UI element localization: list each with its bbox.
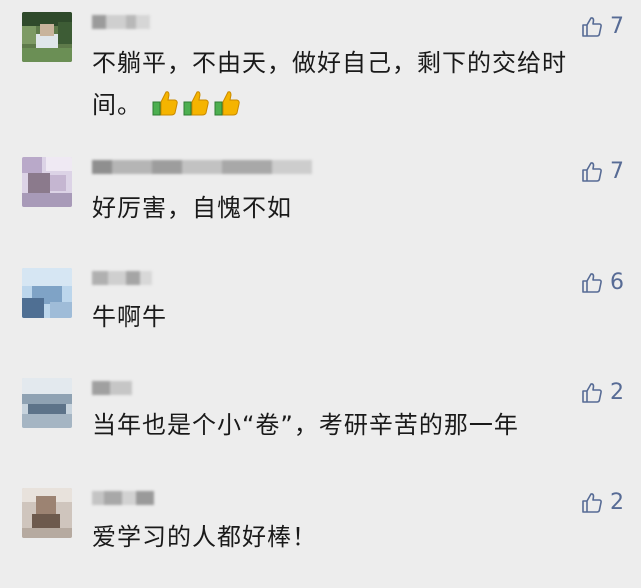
like-button[interactable]: 7 xyxy=(580,157,624,187)
thumbs-up-outline-icon xyxy=(582,17,602,37)
comment-text: 不躺平，不由天，做好自己，剩下的交给时间。 xyxy=(92,49,567,119)
like-count: 2 xyxy=(610,380,624,405)
thumbs-up-emoji-icon xyxy=(214,91,240,116)
comment-text: 好厉害，自愧不如 xyxy=(92,194,292,222)
comment-text: 当年也是个小“卷”，考研辛苦的那一年 xyxy=(92,411,519,439)
author-name-blurred xyxy=(92,380,132,396)
avatar[interactable] xyxy=(22,268,72,318)
thumbs-up-emoji-icon xyxy=(152,91,178,116)
like-button[interactable]: 6 xyxy=(580,268,624,298)
thumbs-up-outline-icon xyxy=(582,383,602,403)
author-name-blurred xyxy=(92,490,154,506)
avatar-image xyxy=(22,12,72,62)
author-name-blurred xyxy=(92,159,312,175)
thumbs-up-emoji-icon xyxy=(183,91,209,116)
avatar[interactable] xyxy=(22,378,72,428)
thumbs-up-outline-icon xyxy=(582,273,602,293)
author-name-blurred xyxy=(92,270,152,286)
author-name-blurred xyxy=(92,14,150,30)
like-button[interactable]: 2 xyxy=(580,378,624,408)
like-count: 7 xyxy=(610,159,624,184)
like-count: 7 xyxy=(610,14,624,39)
avatar-image xyxy=(22,157,72,207)
avatar-image xyxy=(22,378,72,428)
like-count: 6 xyxy=(610,270,624,295)
like-button[interactable]: 2 xyxy=(580,488,624,518)
avatar[interactable] xyxy=(22,488,72,538)
avatar-image xyxy=(22,488,72,538)
comment-text: 牛啊牛 xyxy=(92,303,167,331)
comment-text: 爱学习的人都好棒！ xyxy=(92,523,317,551)
avatar[interactable] xyxy=(22,12,72,62)
thumbs-up-outline-icon xyxy=(582,493,602,513)
avatar[interactable] xyxy=(22,157,72,207)
avatar-image xyxy=(22,268,72,318)
like-count: 2 xyxy=(610,490,624,515)
like-button[interactable]: 7 xyxy=(580,12,624,42)
emoji-group xyxy=(151,91,244,119)
thumbs-up-outline-icon xyxy=(582,162,602,182)
